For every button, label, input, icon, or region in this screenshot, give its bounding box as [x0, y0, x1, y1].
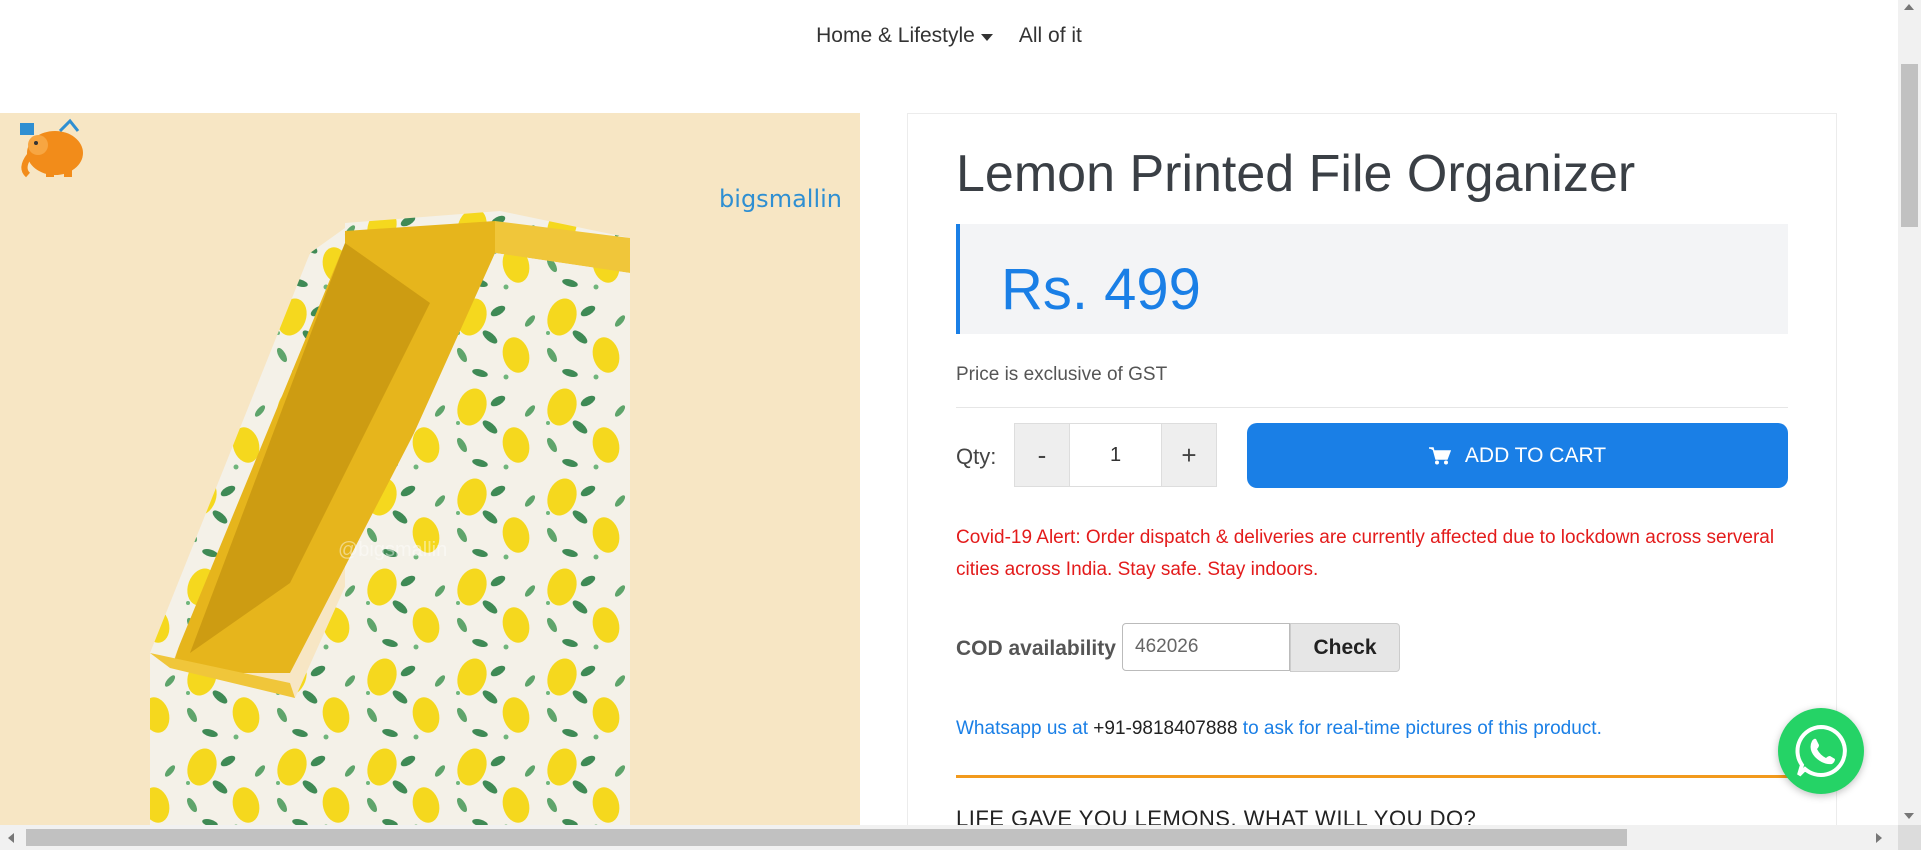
product-image[interactable]: bigsmallin @bigsmallin: [0, 113, 860, 825]
product-details-card: Lemon Printed File Organizer Rs. 499 Pri…: [907, 113, 1837, 850]
whatsapp-suffix: to ask for real-time pictures of this pr…: [1237, 718, 1602, 739]
add-to-cart-label: ADD TO CART: [1464, 443, 1607, 467]
product-price: Rs. 499: [1001, 257, 1201, 322]
cart-icon: [1428, 446, 1451, 464]
vertical-scrollbar[interactable]: [1898, 0, 1921, 825]
brand-name: bigsmallin: [719, 185, 842, 213]
pincode-input[interactable]: [1122, 623, 1290, 671]
qty-label: Qty:: [956, 444, 997, 469]
whatsapp-prefix: Whatsapp us at: [956, 718, 1094, 739]
caret-down-icon: [980, 33, 993, 41]
add-to-cart-button[interactable]: ADD TO CART: [1247, 423, 1788, 488]
scroll-left-icon[interactable]: [8, 833, 14, 843]
whatsapp-info[interactable]: Whatsapp us at +91-9818407888 to ask for…: [956, 718, 1602, 740]
cod-check-button[interactable]: Check: [1290, 623, 1400, 672]
nav-item-label: All of it: [1018, 24, 1082, 47]
gst-note: Price is exclusive of GST: [956, 364, 1168, 385]
divider: [956, 407, 1788, 408]
quantity-stepper: - +: [1014, 423, 1217, 487]
whatsapp-float-button[interactable]: [1778, 708, 1864, 794]
cod-label: COD availability: [956, 637, 1116, 660]
qty-increase-button[interactable]: +: [1162, 424, 1216, 486]
scroll-up-icon[interactable]: [1904, 4, 1914, 10]
nav-item-label: Home & Lifestyle: [816, 24, 975, 47]
section-divider: [956, 775, 1788, 778]
file-organizer-illustration: [0, 113, 860, 825]
nav-item-home-lifestyle[interactable]: Home & Lifestyle: [816, 24, 993, 48]
covid-alert: Covid-19 Alert: Order dispatch & deliver…: [956, 527, 1775, 580]
scroll-down-icon[interactable]: [1904, 813, 1914, 819]
watermark: @bigsmallin: [338, 539, 448, 561]
vertical-scroll-thumb[interactable]: [1901, 64, 1918, 227]
scrollbar-corner: [1898, 825, 1921, 850]
top-nav: Home & Lifestyle All of it: [0, 0, 1898, 72]
elephant-logo-icon: [20, 118, 83, 178]
whatsapp-phone[interactable]: +91-9818407888: [1093, 718, 1237, 739]
product-title: Lemon Printed File Organizer: [956, 145, 1636, 203]
qty-decrease-button[interactable]: -: [1015, 424, 1069, 486]
scroll-right-icon[interactable]: [1876, 833, 1882, 843]
nav-item-all-of-it[interactable]: All of it: [1019, 24, 1082, 48]
horizontal-scroll-thumb[interactable]: [26, 829, 1627, 846]
horizontal-scrollbar[interactable]: [0, 825, 1921, 850]
whatsapp-icon: [1795, 724, 1847, 777]
price-box: Rs. 499: [956, 224, 1788, 334]
qty-input[interactable]: [1069, 424, 1162, 486]
